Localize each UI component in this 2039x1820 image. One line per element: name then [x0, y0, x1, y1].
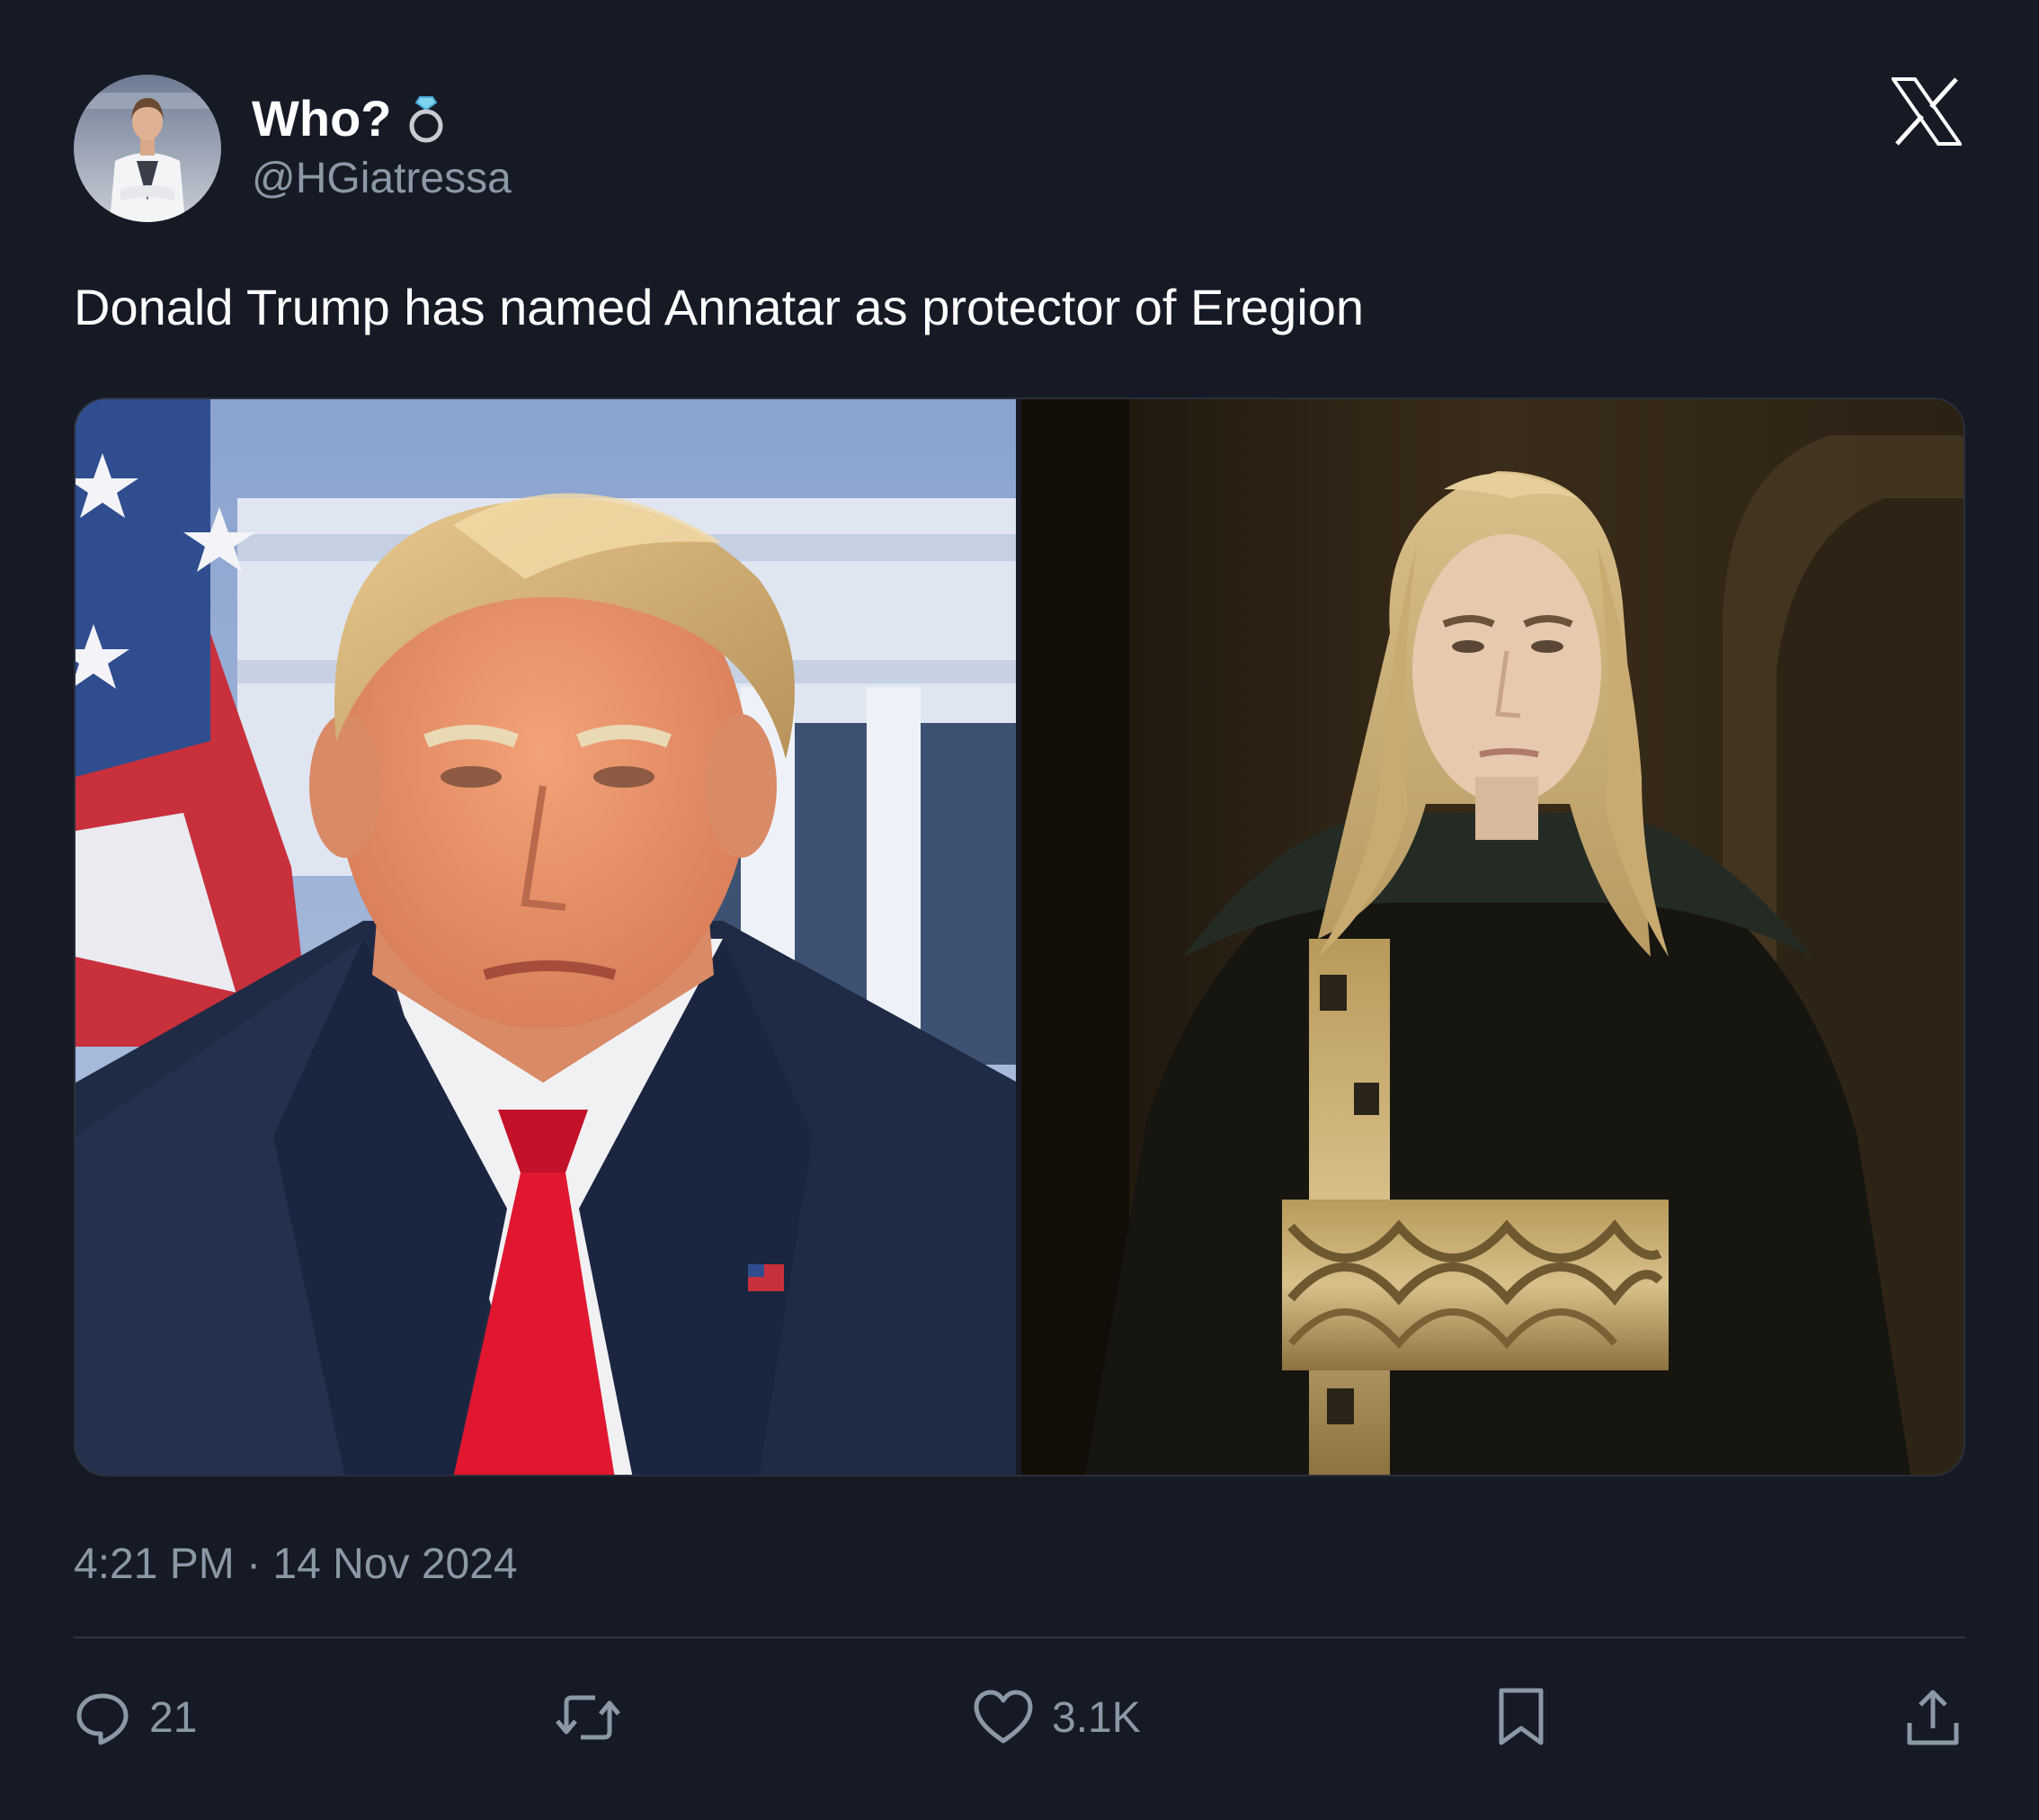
repost-button[interactable]	[554, 1682, 640, 1753]
reply-icon	[76, 1693, 129, 1745]
tweet-header: Who? @HGiatressa	[74, 74, 512, 223]
tweet-text: Donald Trump has named Annatar as protec…	[74, 279, 1365, 335]
bookmark-button[interactable]	[1496, 1682, 1546, 1753]
tweet-card: Who? @HGiatressa Donald Trump has named …	[0, 0, 2039, 1820]
media-image-right[interactable]	[1020, 399, 1963, 1475]
tweet-media[interactable]	[74, 397, 1965, 1477]
share-icon	[1907, 1690, 1959, 1745]
tweet-timestamp[interactable]: 4:21 PM · 14 Nov 2024	[74, 1538, 518, 1592]
media-image-left[interactable]	[76, 399, 1016, 1475]
like-count: 3.1K	[1052, 1693, 1141, 1742]
share-button[interactable]	[1904, 1682, 1962, 1753]
display-name[interactable]: Who?	[252, 89, 391, 148]
avatar-image	[74, 75, 221, 222]
like-button[interactable]: 3.1K	[973, 1682, 1141, 1753]
x-logo-icon[interactable]	[1890, 77, 1963, 146]
divider	[74, 1637, 1965, 1638]
action-bar: 21 3.1K	[74, 1682, 1965, 1753]
display-name-row: Who?	[252, 89, 512, 148]
author-names: Who? @HGiatressa	[252, 89, 512, 208]
heart-icon	[974, 1690, 1033, 1744]
repost-icon	[556, 1695, 620, 1740]
ring-icon	[405, 94, 447, 144]
avatar[interactable]	[74, 75, 221, 222]
bookmark-icon	[1499, 1688, 1544, 1745]
reply-count: 21	[149, 1693, 198, 1742]
reply-button[interactable]: 21	[74, 1682, 197, 1753]
handle[interactable]: @HGiatressa	[252, 150, 512, 208]
